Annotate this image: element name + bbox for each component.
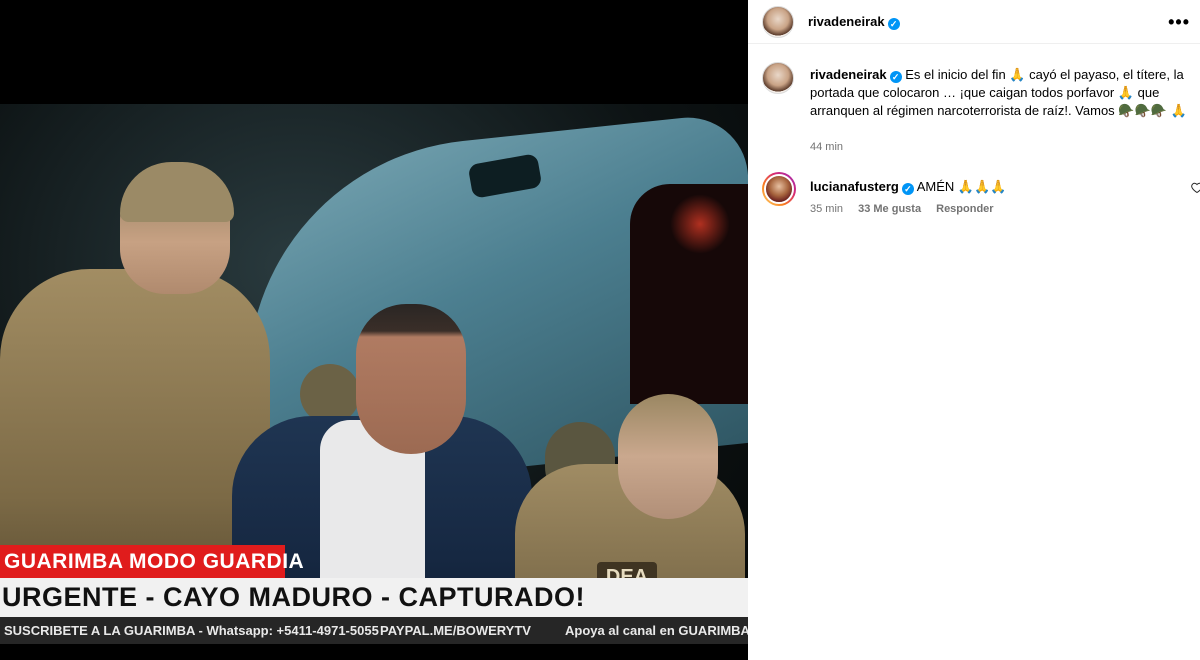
post-caption: rivadeneirak ✓ Es el inicio del fin 🙏 cay…	[810, 66, 1190, 120]
soldier-left-helmet	[120, 162, 234, 222]
comment-likes[interactable]: 33 Me gusta	[858, 203, 921, 215]
author-avatar[interactable]	[762, 6, 794, 38]
commenter-avatar[interactable]	[762, 172, 796, 206]
verified-badge-icon: ✓	[889, 71, 902, 83]
ticker-paypal: PAYPAL.ME/BOWERYTV	[380, 623, 531, 638]
comment-meta: 35 min 33 Me gusta Responder	[810, 203, 1006, 215]
comment-username[interactable]: lucianafusterg	[810, 179, 899, 194]
post-media[interactable]: DEA GUARIMBA MODO GUARDIA URGENTE - CAYO…	[0, 0, 748, 660]
author-username[interactable]: rivadeneirak ✓	[808, 14, 900, 30]
ticker-whatsapp: SUSCRIBETE A LA GUARIMBA - Whatsapp: +54…	[4, 623, 379, 638]
door-light	[670, 194, 730, 254]
comment-time[interactable]: 35 min	[810, 203, 843, 215]
reply-button[interactable]: Responder	[936, 203, 993, 215]
comment-text: AMÉN 🙏🙏🙏	[916, 179, 1007, 194]
soldier-right-head	[618, 394, 718, 519]
author-username-text[interactable]: rivadeneirak	[808, 14, 885, 29]
caption-avatar[interactable]	[762, 62, 794, 94]
post-header: rivadeneirak ✓ •••	[748, 0, 1200, 44]
post-sidebar: rivadeneirak ✓ ••• rivadeneirak ✓ Es el in…	[748, 0, 1200, 660]
caption-time[interactable]: 44 min	[810, 141, 843, 153]
caption-username[interactable]: rivadeneirak	[810, 67, 887, 82]
background-soldier	[300, 364, 360, 424]
verified-badge-icon: ✓	[887, 18, 900, 30]
news-ticker: SUSCRIBETE A LA GUARIMBA - Whatsapp: +54…	[0, 617, 748, 644]
commenter-avatar-image	[764, 174, 794, 204]
heart-icon[interactable]	[1191, 182, 1200, 194]
news-banner-label: GUARIMBA MODO GUARDIA	[0, 545, 304, 578]
ticker-support: Apoya al canal en GUARIMBA	[565, 623, 748, 638]
news-headline: URGENTE - CAYO MADURO - CAPTURADO!	[0, 578, 748, 617]
detained-man-head	[356, 304, 466, 454]
verified-badge-icon: ✓	[901, 183, 914, 195]
comment: lucianafusterg ✓ AMÉN 🙏🙏🙏	[810, 178, 1007, 196]
more-horizontal-icon[interactable]: •••	[1168, 12, 1190, 33]
